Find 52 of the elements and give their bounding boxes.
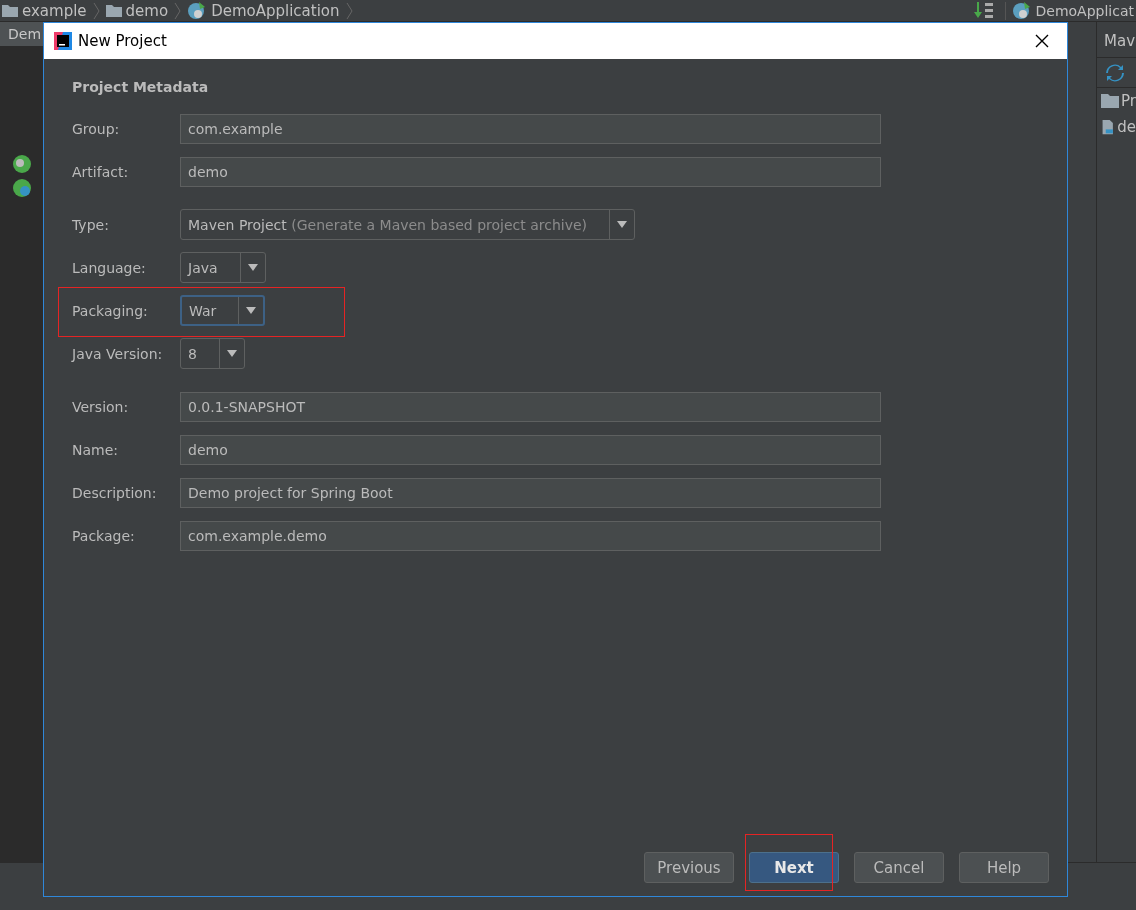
caret-icon — [246, 307, 257, 314]
field-label: Name: — [72, 441, 120, 458]
breadcrumb[interactable]: example — [22, 1, 87, 20]
tree-item[interactable]: de — [1097, 114, 1136, 140]
field-label: Description: — [72, 484, 158, 501]
caret-icon — [247, 264, 258, 271]
text-field[interactable]: com.example.demo — [180, 520, 881, 551]
chevron-icon — [345, 1, 353, 20]
gutter-icon — [12, 178, 32, 198]
dropdown[interactable]: Maven Project (Generate a Maven based project archive) — [180, 209, 636, 240]
dialog-button[interactable]: Next — [749, 852, 839, 883]
field-label: Version: — [72, 398, 130, 415]
gutter-icon — [12, 154, 32, 174]
dialog-button[interactable]: Help — [959, 852, 1049, 883]
folder-icon — [105, 4, 122, 17]
dialog-button[interactable]: Previous — [644, 852, 734, 883]
caret-icon — [617, 221, 628, 228]
caret-icon — [226, 350, 237, 357]
editor-tab[interactable]: Dem — [0, 22, 43, 46]
file-icon — [1101, 118, 1116, 136]
tree-item[interactable]: Pr — [1097, 88, 1136, 114]
dialog-title: New Project — [78, 32, 168, 50]
text-field[interactable]: demo — [180, 156, 881, 187]
text-field[interactable]: 0.0.1-SNAPSHOT — [180, 391, 881, 422]
text-field[interactable]: demo — [180, 434, 881, 465]
field-label: Group: — [72, 120, 121, 137]
close-icon — [1035, 34, 1049, 48]
tool-window-header[interactable]: Mav — [1097, 24, 1136, 58]
field-label: Type: — [72, 216, 110, 233]
run-configuration[interactable]: DemoApplicat — [1004, 1, 1134, 20]
chevron-icon — [92, 1, 100, 20]
folder-icon — [2, 4, 18, 17]
breadcrumb[interactable]: demo — [125, 1, 169, 20]
dropdown[interactable]: Java — [180, 252, 266, 283]
folder-icon — [1101, 93, 1119, 109]
text-field[interactable]: Demo project for Spring Boot — [180, 477, 881, 508]
section-title: Project Metadata — [72, 79, 210, 95]
field-label: Java Version: — [72, 345, 164, 362]
dropdown[interactable]: War — [180, 295, 266, 326]
spring-class-icon — [1011, 1, 1032, 20]
text-field[interactable]: com.example — [180, 113, 881, 144]
field-label: Language: — [72, 259, 147, 276]
refresh-icon[interactable] — [1105, 62, 1125, 83]
field-label: Artifact: — [72, 163, 130, 180]
app-icon — [54, 32, 72, 50]
field-label: Packaging: — [72, 302, 149, 319]
breadcrumb[interactable]: DemoApplication — [211, 1, 340, 20]
dialog-button[interactable]: Cancel — [854, 852, 944, 883]
field-label: Package: — [72, 527, 136, 544]
binary-download-icon — [972, 1, 995, 20]
dropdown[interactable]: 8 — [180, 338, 245, 369]
chevron-icon — [174, 1, 182, 20]
